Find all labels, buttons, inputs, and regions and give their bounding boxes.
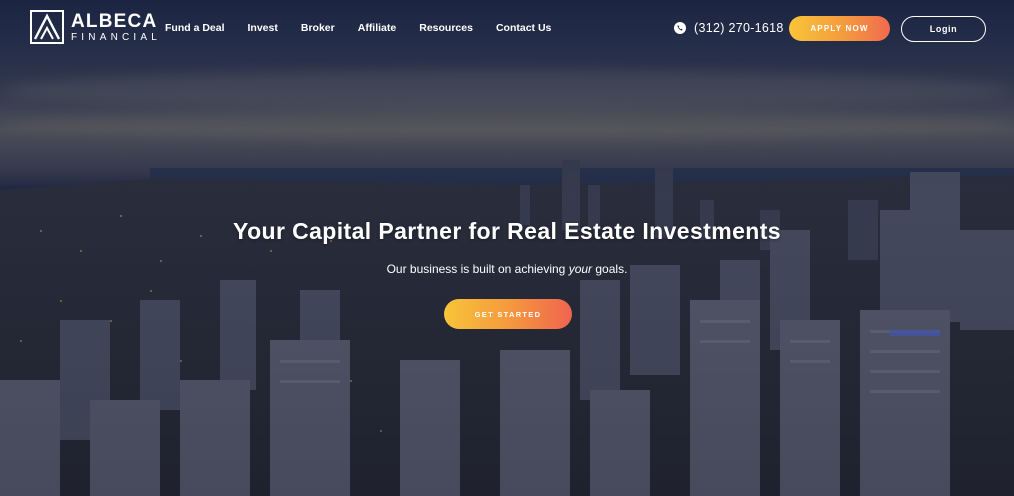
brand-logo[interactable]: ALBECA FINANCIAL <box>30 10 161 44</box>
nav-fund-a-deal[interactable]: Fund a Deal <box>165 22 225 34</box>
nav-invest[interactable]: Invest <box>248 22 278 34</box>
apply-now-button[interactable]: APPLY NOW <box>789 16 890 41</box>
phone-number[interactable]: (312) 270-1618 <box>694 21 784 35</box>
nav-contact-us[interactable]: Contact Us <box>496 22 551 34</box>
hero-subtitle-part2: goals. <box>592 262 628 276</box>
phone-icon <box>674 22 686 34</box>
get-started-button[interactable]: GET STARTED <box>444 299 572 329</box>
login-button[interactable]: Login <box>901 16 986 42</box>
hero-title: Your Capital Partner for Real Estate Inv… <box>233 218 781 244</box>
hero-subtitle: Our business is built on achieving your … <box>0 262 1014 276</box>
brand-name: ALBECA <box>71 10 158 32</box>
main-menu: Fund a Deal Invest Broker Affiliate Reso… <box>165 22 574 34</box>
nav-broker[interactable]: Broker <box>301 22 335 34</box>
phone-contact[interactable]: (312) 270-1618 <box>674 21 784 35</box>
hero-subtitle-emphasis: your <box>568 262 593 276</box>
hero-background-image <box>0 0 1014 496</box>
hero-subtitle-part1: Our business is built on achieving <box>386 262 569 276</box>
nav-affiliate[interactable]: Affiliate <box>358 22 397 34</box>
top-navigation: ALBECA FINANCIAL Fund a Deal Invest Brok… <box>0 0 1014 58</box>
brand-subname: FINANCIAL <box>71 31 162 43</box>
nav-resources[interactable]: Resources <box>419 22 473 34</box>
albeca-logo-mark-icon <box>30 10 64 44</box>
